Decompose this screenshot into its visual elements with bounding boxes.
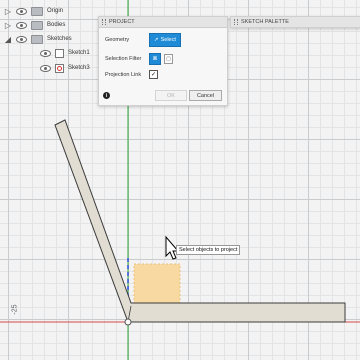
eye-icon[interactable] bbox=[16, 21, 27, 29]
sketch-profile-l-shape[interactable] bbox=[54, 119, 346, 323]
origin-point[interactable] bbox=[124, 318, 132, 326]
drag-grip-icon[interactable] bbox=[102, 19, 106, 25]
selection-filter-row: Selection Filter ⧈ ▢ bbox=[105, 53, 173, 65]
browser-item-label: Origin bbox=[47, 8, 64, 14]
face-highlight bbox=[133, 263, 181, 307]
folder-icon bbox=[31, 34, 43, 44]
expand-triangle-icon[interactable]: ▷ bbox=[4, 7, 12, 16]
browser-item-bodies[interactable]: ▷ Bodies bbox=[4, 19, 65, 31]
axis-value-label: -25 bbox=[11, 304, 19, 315]
sketch-palette: SKETCH PALETTE bbox=[230, 16, 360, 28]
project-dialog-header[interactable]: PROJECT bbox=[99, 17, 227, 28]
eye-icon[interactable] bbox=[16, 7, 27, 15]
browser-item-label: Bodies bbox=[47, 22, 66, 28]
cursor-arrow-icon: ➚ bbox=[154, 37, 159, 43]
ok-button[interactable]: OK bbox=[155, 90, 187, 101]
selection-filter-label: Selection Filter bbox=[105, 56, 142, 62]
info-icon[interactable]: i bbox=[103, 92, 110, 99]
project-dialog: PROJECT Geometry ➚ Select Selection Filt… bbox=[98, 16, 228, 106]
projection-link-row: Projection Link ✓ bbox=[105, 70, 158, 79]
expand-triangle-icon[interactable]: ▷ bbox=[4, 21, 12, 30]
project-dialog-title: PROJECT bbox=[109, 19, 135, 25]
eye-icon[interactable] bbox=[40, 49, 51, 57]
folder-icon bbox=[31, 6, 43, 16]
projection-link-label: Projection Link bbox=[105, 71, 142, 78]
browser-item-sketch1[interactable]: Sketch1 bbox=[40, 47, 90, 59]
browser-item-label: Sketches bbox=[47, 36, 72, 42]
sketch-palette-header[interactable]: SKETCH PALETTE bbox=[231, 17, 360, 27]
drag-grip-icon[interactable] bbox=[234, 19, 238, 25]
geometry-row: Geometry ➚ Select bbox=[105, 33, 181, 47]
collapse-triangle-icon[interactable]: ◢ bbox=[4, 35, 12, 44]
sketch-error-icon bbox=[55, 63, 64, 73]
browser-item-sketch3[interactable]: Sketch3 bbox=[40, 62, 90, 74]
eye-icon[interactable] bbox=[40, 64, 51, 72]
select-geometry-button[interactable]: ➚ Select bbox=[149, 33, 181, 47]
projection-link-checkbox[interactable]: ✓ bbox=[149, 70, 158, 79]
sketch-palette-title: SKETCH PALETTE bbox=[241, 19, 289, 25]
geometry-label: Geometry bbox=[105, 37, 130, 43]
sketch-icon bbox=[55, 48, 64, 58]
browser-item-origin[interactable]: ▷ Origin bbox=[4, 5, 63, 17]
filter-body-icon[interactable]: ▢ bbox=[164, 54, 173, 64]
browser-item-sketches[interactable]: ◢ Sketches bbox=[4, 33, 72, 45]
eye-icon[interactable] bbox=[16, 35, 27, 43]
browser-item-label: Sketch3 bbox=[68, 65, 90, 71]
cursor-tooltip: Select objects to project bbox=[176, 245, 241, 255]
browser-item-label: Sketch1 bbox=[68, 50, 90, 56]
cancel-button[interactable]: Cancel bbox=[189, 90, 222, 101]
browser-tree: ▷ Origin ▷ Bodies ◢ Sketches Sketch1 Ske… bbox=[0, 0, 100, 80]
filter-select-icon[interactable]: ⧈ bbox=[149, 53, 161, 65]
folder-icon bbox=[31, 20, 43, 30]
select-button-label: Select bbox=[160, 37, 176, 43]
